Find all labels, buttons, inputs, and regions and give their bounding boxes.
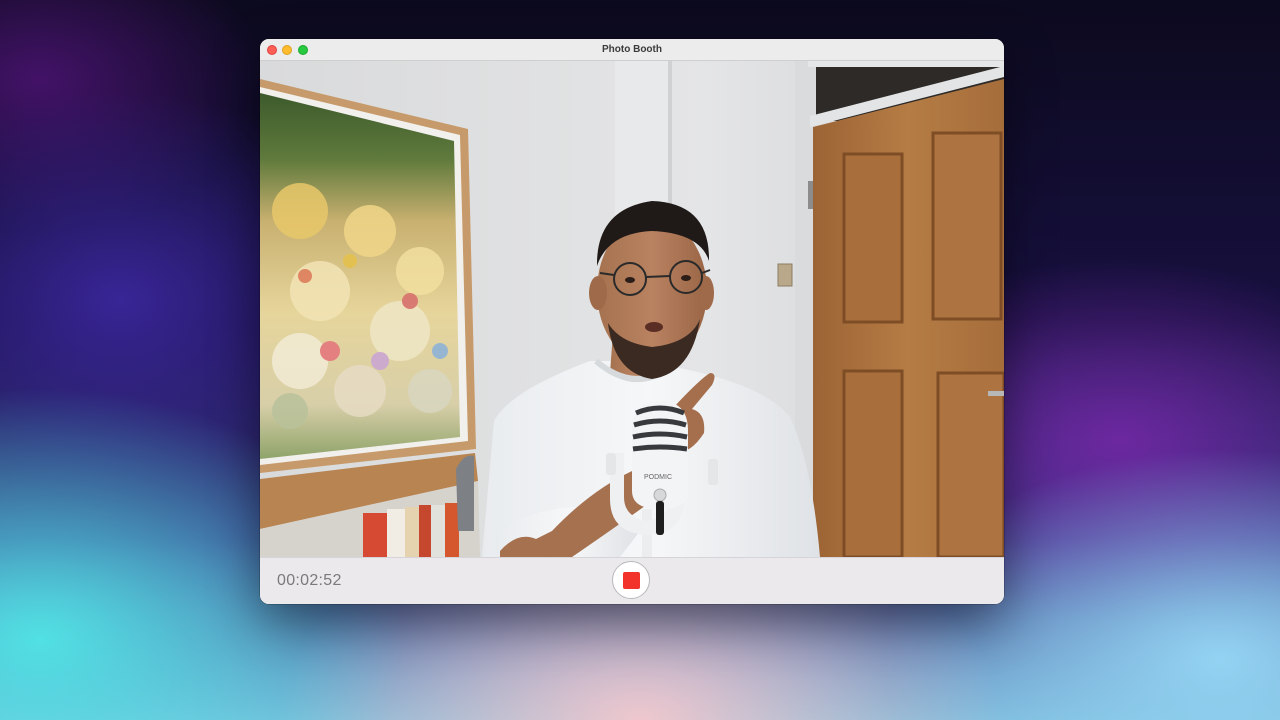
control-bar: 00:02:52: [260, 557, 1004, 604]
title-bar[interactable]: Photo Booth: [260, 39, 1004, 61]
zoom-window-button[interactable]: [298, 45, 308, 55]
camera-preview: PODMIC: [260, 61, 1004, 557]
photo-booth-window: Photo Booth PODMIC 00:02:52: [260, 39, 1004, 604]
close-window-button[interactable]: [267, 45, 277, 55]
window-title: Photo Booth: [602, 44, 662, 55]
stop-square-icon: [623, 572, 640, 589]
minimize-window-button[interactable]: [282, 45, 292, 55]
svg-text:PODMIC: PODMIC: [644, 474, 672, 481]
recording-timer: 00:02:52: [277, 572, 342, 589]
stop-recording-button[interactable]: [612, 561, 650, 599]
